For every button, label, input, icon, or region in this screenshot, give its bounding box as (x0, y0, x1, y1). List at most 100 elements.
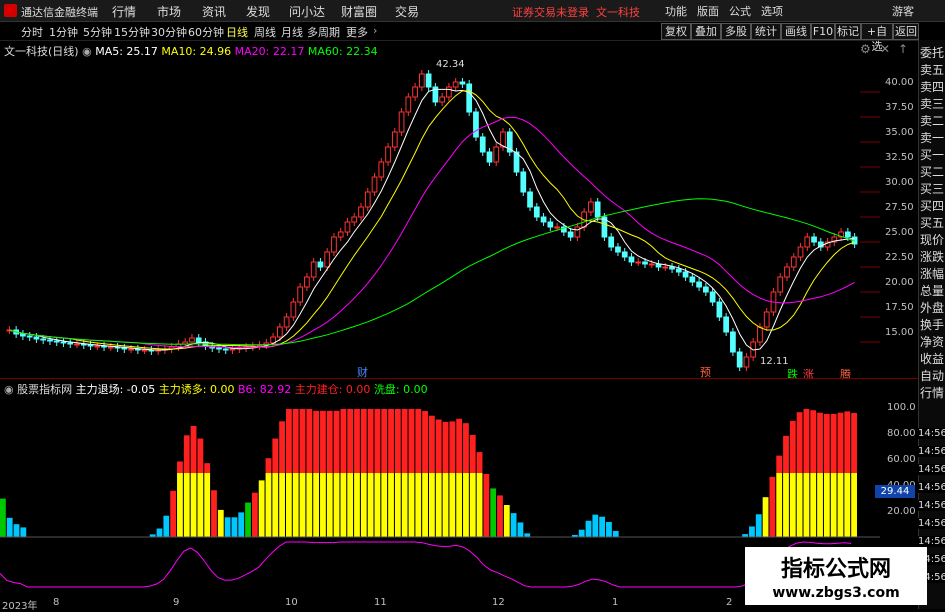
menu-wenxiaoda[interactable]: 问小达 (289, 3, 325, 20)
candle-down (33, 336, 40, 340)
right-panel-time: 14:56 (918, 536, 945, 547)
guest-label[interactable]: 游客 (892, 3, 914, 19)
ind-tick: 20.00 (887, 506, 916, 517)
candle-down (533, 206, 540, 218)
period-multi[interactable]: 多周期 (307, 24, 340, 40)
ind-bar-cyan (592, 514, 599, 537)
menu-xuanxiang[interactable]: 选项 (761, 3, 783, 19)
right-panel-item[interactable]: 卖五 (920, 61, 944, 78)
candle-up (229, 348, 236, 351)
candle-up (743, 356, 750, 368)
menu-shichang[interactable]: 市场 (157, 3, 181, 20)
watermark-url: www.zbgs3.com (772, 585, 900, 601)
ind-bar (762, 497, 769, 537)
event-die[interactable]: 跌 (787, 366, 798, 382)
period-5min[interactable]: 5分钟 (83, 24, 112, 40)
candle-down (628, 256, 635, 263)
period-15min[interactable]: 15分钟 (114, 24, 150, 40)
right-panel-time: 14:56 (918, 482, 945, 493)
close-icon[interactable]: ✕ (880, 42, 890, 56)
btn-huaxian[interactable]: 画线 (781, 23, 811, 40)
ind-bar-red (810, 410, 817, 473)
period-daily[interactable]: 日线 (226, 24, 248, 40)
candle-up (337, 231, 344, 238)
ind-bar-yellow (408, 473, 415, 537)
candle-down (547, 221, 554, 228)
period-60min[interactable]: 60分钟 (188, 24, 224, 40)
pane-divider[interactable] (0, 378, 918, 379)
right-panel-item[interactable]: 卖三 (920, 95, 944, 112)
ind-bar-yellow (354, 473, 360, 537)
ind-bar-red (456, 418, 463, 473)
right-panel-item[interactable]: 买一 (920, 146, 944, 163)
app-logo-icon (4, 4, 17, 17)
menu-gongshi[interactable]: 公式 (729, 3, 751, 19)
menu-hangqing[interactable]: 行情 (112, 3, 136, 20)
btn-f10[interactable]: F10 (811, 23, 835, 40)
btn-duogu[interactable]: 多股 (721, 23, 751, 40)
right-panel-item[interactable]: 行情 (920, 384, 944, 401)
right-panel-item[interactable]: 委托 (920, 44, 944, 61)
event-teng[interactable]: 腾 (840, 366, 851, 382)
candlestick-chart[interactable] (0, 57, 880, 377)
btn-biaoji[interactable]: 标记 (835, 23, 861, 40)
candle-down (723, 316, 730, 333)
ind-bar-red (354, 409, 360, 473)
right-panel-item[interactable]: 收益 (920, 350, 944, 367)
menu-banmian[interactable]: 版面 (697, 3, 719, 19)
right-panel-item[interactable]: 涨跌 (920, 248, 944, 265)
chevron-right-icon[interactable]: › (373, 24, 377, 37)
right-panel-item[interactable]: 卖二 (920, 112, 944, 129)
menu-jiaoyi[interactable]: 交易 (395, 3, 419, 20)
right-panel-item[interactable]: 外盘 (920, 299, 944, 316)
btn-tongji[interactable]: 统计 (751, 23, 781, 40)
ind-bar-red (197, 438, 204, 473)
right-panel-item[interactable]: 涨幅 (920, 265, 944, 282)
ind-bar-red (449, 421, 456, 473)
right-panel-item[interactable]: 买三 (920, 180, 944, 197)
period-1min[interactable]: 1分钟 (49, 24, 78, 40)
ind-bar-red (783, 435, 789, 473)
ind-bar-cyan (755, 514, 762, 537)
menu-caifuquan[interactable]: 财富圈 (341, 3, 377, 20)
b6-line (0, 541, 852, 588)
right-panel-item[interactable]: 现价 (920, 231, 944, 248)
right-panel-item[interactable]: 总量 (920, 282, 944, 299)
ind-bar-cyan (224, 517, 231, 537)
login-warning[interactable]: 证券交易未登录 文一科技 (512, 4, 640, 20)
period-weekly[interactable]: 周线 (254, 24, 276, 40)
btn-fuquan[interactable]: 复权 (661, 23, 691, 40)
ind-bar-yellow (340, 473, 347, 537)
period-30min[interactable]: 30分钟 (151, 24, 187, 40)
menu-gongneng[interactable]: 功能 (665, 3, 687, 19)
ind-bar-red (851, 413, 857, 473)
candle-down (696, 281, 702, 288)
right-panel-item[interactable]: 换手 (920, 316, 944, 333)
candle-down (53, 340, 60, 343)
right-panel-item[interactable]: 自动 (920, 367, 944, 384)
menu-faxian[interactable]: 发现 (246, 3, 270, 20)
ind-bar-red (326, 410, 333, 473)
settings-icon[interactable]: ⚙ (860, 42, 871, 56)
ind-bar-yellow (272, 473, 279, 537)
up-arrow-icon[interactable]: ↑ (898, 42, 908, 56)
ind-bar-yellow (381, 473, 388, 537)
right-panel-item[interactable]: 净资 (920, 333, 944, 350)
candle-up (574, 226, 581, 238)
ind-bar-yellow (442, 473, 449, 537)
btn-back[interactable]: 返回 (893, 23, 919, 40)
right-panel-item[interactable]: 买五 (920, 214, 944, 231)
period-monthly[interactable]: 月线 (281, 24, 303, 40)
event-zhang[interactable]: 涨 (803, 366, 814, 382)
ind-bar (0, 498, 6, 537)
btn-diejia[interactable]: 叠加 (691, 23, 721, 40)
menu-zixun[interactable]: 资讯 (202, 3, 226, 20)
period-fenshi[interactable]: 分时 (21, 24, 43, 40)
right-panel-item[interactable]: 卖一 (920, 129, 944, 146)
right-panel-item[interactable]: 卖四 (920, 78, 944, 95)
period-more[interactable]: 更多 (346, 24, 368, 40)
ind-bar-yellow (776, 473, 783, 537)
right-panel-item[interactable]: 买四 (920, 197, 944, 214)
btn-add-favorite[interactable]: +自选 (861, 23, 893, 53)
right-panel-item[interactable]: 买二 (920, 163, 944, 180)
